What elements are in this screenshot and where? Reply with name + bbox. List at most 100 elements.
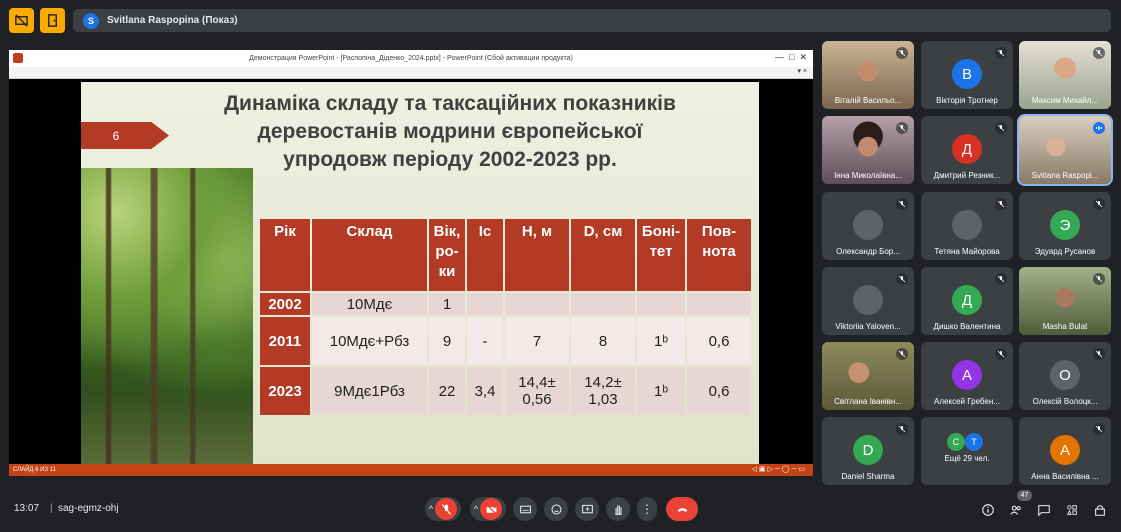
more-vert-icon[interactable]: ⋮	[641, 503, 653, 515]
participant-name: Эдуард Русанов	[1034, 247, 1096, 256]
participant-name: Алексей Гребен...	[934, 397, 1000, 406]
participant-tile[interactable]: Masha Bulat	[1019, 267, 1111, 335]
mic-off-icon	[995, 273, 1007, 285]
participant-name: Вікторія Тротнер	[936, 96, 998, 105]
slide-title-line: деревостанів модрини європейської	[257, 120, 643, 143]
chat-icon[interactable]	[1037, 503, 1051, 517]
present-button[interactable]	[575, 497, 599, 521]
ppt-toolbar: ▾ ×	[9, 67, 813, 79]
camera-button[interactable]: ^	[470, 497, 506, 521]
presenter-banner: S Svitlana Raspopina (Показ)	[73, 9, 1111, 32]
participant-tile[interactable]: Д Дишко Валентина	[921, 267, 1013, 335]
activities-icon[interactable]	[1065, 503, 1079, 517]
table-cell	[505, 293, 569, 315]
slide-counter: СЛАЙД 6 ИЗ 11	[13, 467, 56, 473]
table-cell	[467, 293, 503, 315]
participant-tile[interactable]: Д Дмитрий Резник...	[921, 116, 1013, 184]
chevron-up-icon[interactable]: ^	[429, 504, 433, 514]
participant-tile[interactable]: Світлана Іванівн...	[822, 342, 914, 410]
table-cell: 0,6	[687, 317, 751, 365]
table-header-row: Рік Склад Вік, ро- ки Іс Н, м D, см Боні…	[260, 219, 751, 291]
slide-title-line: Динаміка складу та таксаційних показникі…	[224, 92, 676, 115]
hand-icon[interactable]	[612, 503, 625, 516]
emoji-button[interactable]	[544, 497, 568, 521]
table-cell: 14,2± 1,03	[571, 367, 635, 415]
participant-tile[interactable]: Максим Михайл...	[1019, 41, 1111, 109]
participant-tile[interactable]: Svitlana Raspopi...	[1017, 114, 1113, 186]
door-exit-icon[interactable]	[40, 8, 65, 33]
captions-icon[interactable]	[519, 503, 532, 516]
participant-name: Віталій Васильо...	[834, 96, 902, 105]
host-controls-button[interactable]	[1090, 500, 1110, 520]
table-row: 2011 10Мдє+Рбз 9 - 7 8 1ᵇ 0,6	[260, 317, 751, 365]
participant-name: Максим Михайл...	[1031, 96, 1099, 105]
participant-name: Анна Василівна ...	[1031, 472, 1099, 481]
participant-tile[interactable]: В Вікторія Тротнер	[921, 41, 1013, 109]
camera-off-icon[interactable]	[480, 498, 503, 520]
window-controls-icon[interactable]: — □ ✕	[775, 52, 807, 63]
participant-avatar: А	[1050, 435, 1080, 465]
forest-photo	[81, 168, 253, 464]
mic-button[interactable]: ^	[425, 497, 461, 521]
participant-avatar: D	[853, 435, 883, 465]
info-icon[interactable]	[981, 503, 995, 517]
mic-off-icon[interactable]	[435, 498, 458, 520]
leave-call-button[interactable]	[666, 497, 698, 521]
participant-avatar	[853, 285, 883, 315]
participant-avatar: О	[1050, 360, 1080, 390]
clock: 13:07	[14, 503, 40, 514]
speaking-icon	[1093, 122, 1105, 134]
participant-name: Інна Миколаївна...	[834, 171, 902, 180]
info-button[interactable]	[978, 500, 998, 520]
participant-tile[interactable]: Viktoriia Yaloven...	[822, 267, 914, 335]
phone-hangup-icon[interactable]	[676, 503, 689, 516]
participant-name: Svitlana Raspopi...	[1031, 171, 1099, 180]
chat-button[interactable]	[1034, 500, 1054, 520]
raise-hand-button[interactable]	[606, 497, 630, 521]
emoji-icon[interactable]	[550, 503, 563, 516]
table-cell: 22	[429, 367, 465, 415]
participant-tile[interactable]: Інна Миколаївна...	[822, 116, 914, 184]
participant-tile[interactable]: D Daniel Sharma	[822, 417, 914, 485]
powerpoint-icon	[13, 53, 23, 63]
table-header-cell: Вік, ро- ки	[429, 219, 465, 291]
participant-name: Дмитрий Резник...	[933, 171, 1001, 180]
mic-off-icon	[995, 348, 1007, 360]
table-header-cell: Рік	[260, 219, 310, 291]
table-cell: 9	[429, 317, 465, 365]
table-cell: 8	[571, 317, 635, 365]
people-button[interactable]	[1006, 500, 1026, 520]
bottom-bar: 13:07 | sag-egmz-ohj ^ ^ ⋮ 47	[0, 486, 1121, 532]
mic-off-icon	[1093, 273, 1105, 285]
more-options-button[interactable]: ⋮	[637, 497, 657, 521]
participant-name: Masha Bulat	[1042, 322, 1088, 331]
participant-tile[interactable]: А Анна Василівна ...	[1019, 417, 1111, 485]
activities-button[interactable]	[1062, 500, 1082, 520]
lock-person-icon[interactable]	[1093, 503, 1107, 517]
presenter-avatar: S	[83, 12, 99, 29]
chevron-up-icon[interactable]: ^	[474, 504, 478, 514]
ppt-menu-icon[interactable]: ▾ ×	[797, 67, 807, 75]
captions-button[interactable]	[513, 497, 537, 521]
table-header-cell: Іс	[467, 219, 503, 291]
mic-off-icon	[896, 122, 908, 134]
mic-off-icon	[1093, 47, 1105, 59]
view-controls-icon[interactable]: ◁ ▣ ▷ ─ ◯ ─ ▭	[752, 465, 805, 473]
participant-tile[interactable]: С Т Ещё 29 чел.	[921, 417, 1013, 485]
participant-tile[interactable]: Олександр Бор...	[822, 192, 914, 260]
slide: 6 Динаміка складу та таксаційних показни…	[81, 82, 759, 464]
participant-tile[interactable]: Віталій Васильо...	[822, 41, 914, 109]
people-icon[interactable]	[1009, 503, 1023, 517]
participant-avatar: Д	[952, 134, 982, 164]
participant-tile[interactable]: Э Эдуард Русанов	[1019, 192, 1111, 260]
participant-tile[interactable]: А Алексей Гребен...	[921, 342, 1013, 410]
table-cell: 14,4± 0,56	[505, 367, 569, 415]
meeting-divider: |	[50, 503, 53, 514]
participant-name: Viktoriia Yaloven...	[835, 322, 901, 331]
participant-tile[interactable]: Тетяна Майорова	[921, 192, 1013, 260]
participant-tile[interactable]: О Олексій Волоцк...	[1019, 342, 1111, 410]
mic-off-icon	[1093, 198, 1105, 210]
screen-share-off-icon[interactable]	[9, 8, 34, 33]
present-screen-icon[interactable]	[581, 503, 594, 516]
meeting-code: sag-egmz-ohj	[58, 503, 119, 514]
